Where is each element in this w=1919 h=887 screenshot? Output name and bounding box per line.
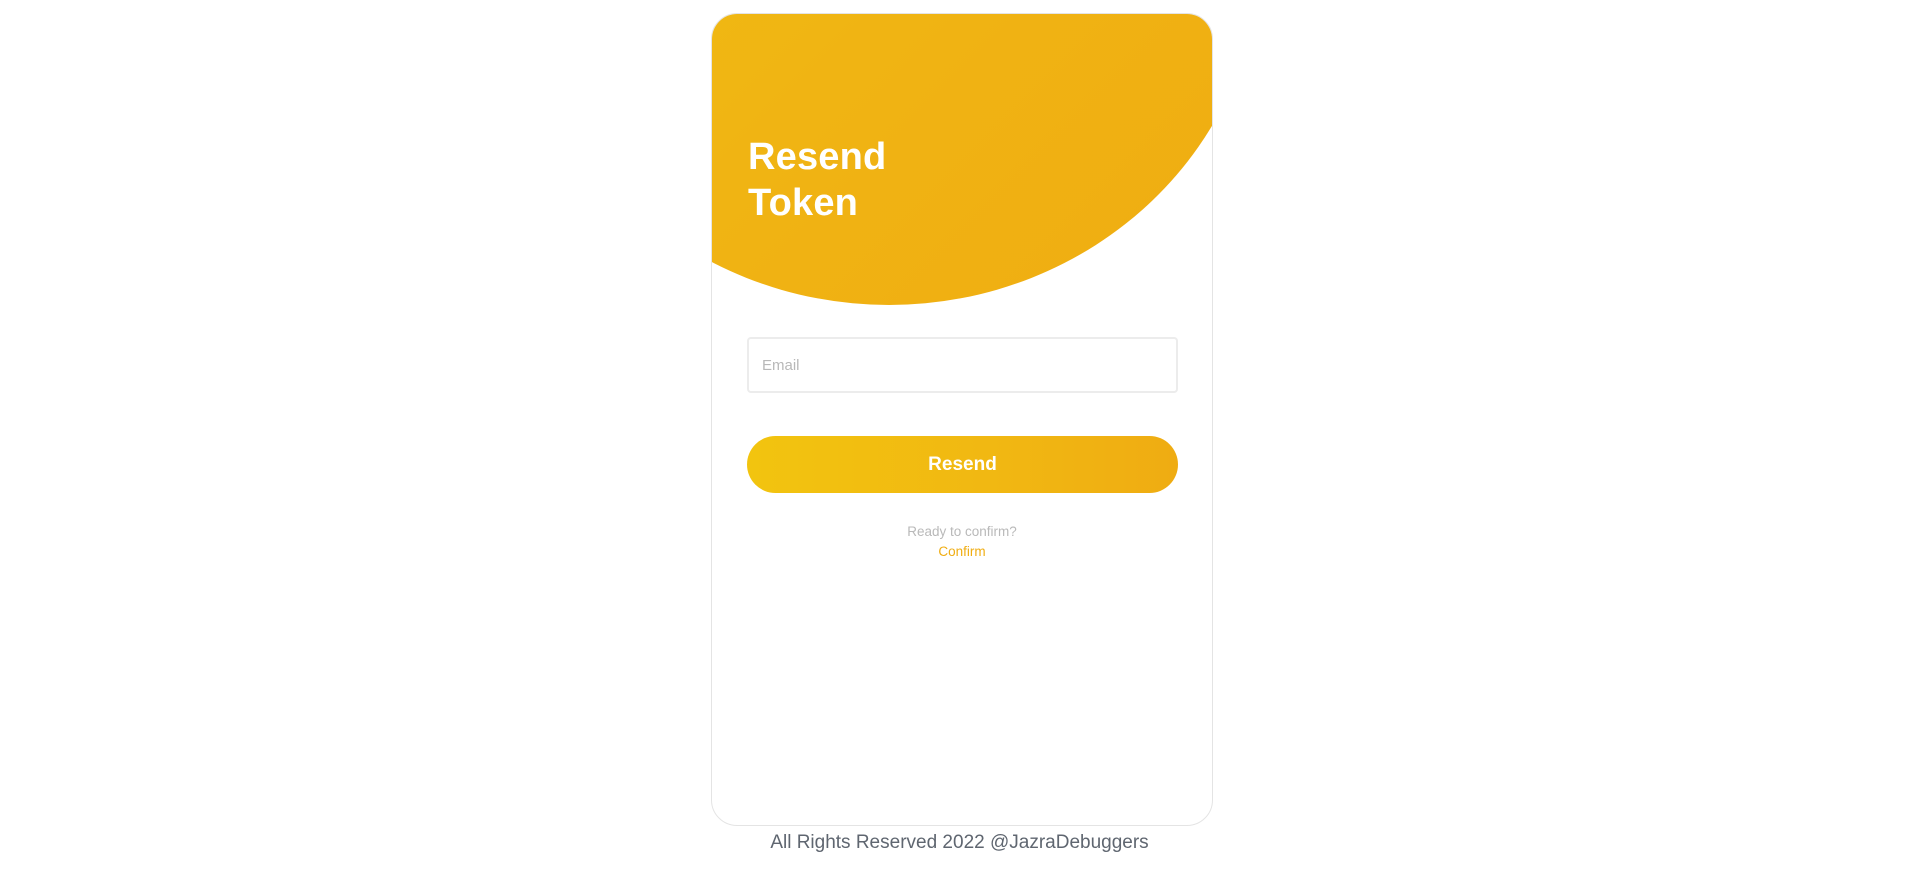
page-title-line-1: Resend [748,136,887,178]
page-title: Resend Token [748,134,886,226]
ready-to-confirm-text: Ready to confirm? [907,524,1017,539]
footer-copyright: All Rights Reserved 2022 @JazraDebuggers [770,832,1149,853]
confirm-link[interactable]: Confirm [712,544,1212,559]
page: Resend Token Resend Ready to confirm? Co… [0,0,1919,887]
page-title-line-2: Token [748,182,859,224]
resend-button[interactable]: Resend [747,436,1178,493]
resend-token-card: Resend Token Resend Ready to confirm? Co… [711,13,1213,826]
email-field[interactable] [747,337,1178,393]
